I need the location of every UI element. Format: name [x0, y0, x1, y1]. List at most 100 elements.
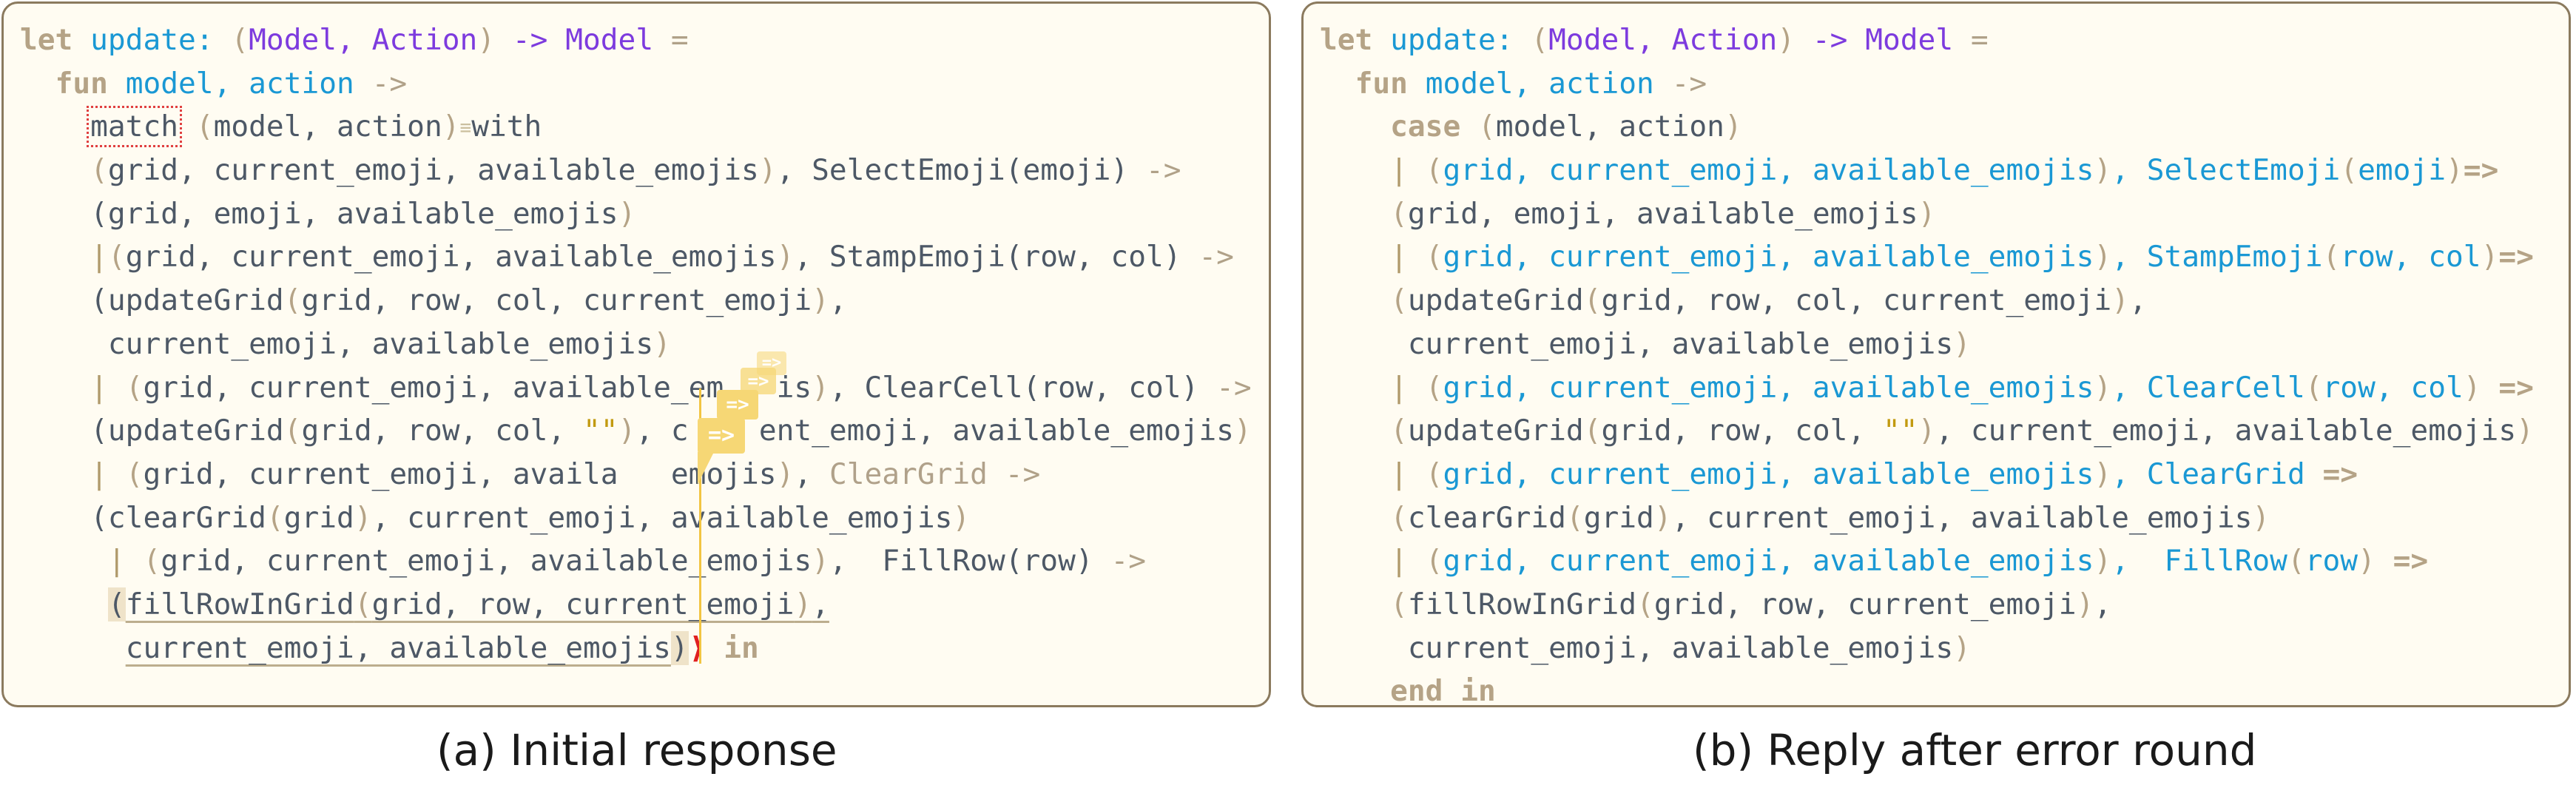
code-line: end in — [1320, 670, 2534, 705]
code-token: ) — [776, 240, 795, 274]
code-token: , SelectEmoji(emoji) — [776, 153, 1146, 188]
code-token: , FillRow — [2111, 544, 2287, 579]
code-token: = — [670, 23, 689, 57]
code-token: | — [1390, 370, 1408, 405]
code-line: (updateGrid(grid, row, col, ""), c ent_e… — [20, 409, 1252, 453]
code-token: -> — [1216, 370, 1252, 405]
code-token: ) — [1953, 326, 1971, 361]
code-token: ) — [670, 630, 689, 665]
code-token: ( — [231, 23, 249, 57]
code-token: grid, row, current_emoji — [1653, 587, 2077, 621]
code-token: grid, row, col, — [301, 414, 583, 448]
code-token: -> — [512, 23, 548, 57]
code-token: ) — [653, 326, 671, 361]
code-token: "" — [583, 414, 618, 448]
code-token: => — [2322, 456, 2358, 491]
code-line: (updateGrid(grid, row, col, current_emoj… — [20, 279, 1252, 323]
code-line: | (grid, current_emoji, available_emojis… — [1320, 149, 2534, 192]
code-token: grid, current_emoji, availa — [143, 456, 618, 491]
code-token: in — [724, 630, 759, 665]
code-token: grid, current_emoji, available_emojis — [1443, 240, 2094, 274]
code-token: ( — [107, 240, 126, 274]
code-token: ( — [1425, 153, 1443, 188]
code-token: ) — [354, 500, 372, 535]
code-line: current_emoji, available_emojis) — [1320, 323, 2534, 366]
code-line: (fillRowInGrid(grid, row, current_emoji)… — [20, 583, 1252, 627]
code-token: (clearGrid — [90, 500, 266, 535]
code-line: (clearGrid(grid), current_emoji, availab… — [20, 496, 1252, 540]
code-token: ( — [1390, 414, 1408, 448]
code-line: (grid, emoji, available_emojis) — [1320, 192, 2534, 236]
code-token: grid, current_emoji, available_emojis — [1443, 370, 2094, 405]
code-token: ) — [758, 153, 777, 188]
code-token: ⟩ — [688, 630, 707, 665]
code-token: ) — [952, 500, 971, 535]
code-token: | — [90, 456, 108, 491]
panel-initial-response: let update: (Model, Action) -> Model = f… — [1, 1, 1271, 707]
code-token: , c — [635, 414, 689, 448]
code-token: grid, row, current_emoji — [371, 587, 795, 621]
code-token: fillRowInGrid — [1407, 587, 1637, 621]
code-token: update: — [1390, 23, 1514, 57]
code-token: ( — [107, 587, 126, 621]
code-token: ( — [125, 370, 144, 405]
code-line: match (model, action)≡with — [20, 105, 1252, 149]
code-token: row, col — [2340, 240, 2481, 274]
code-token: , — [794, 456, 829, 491]
code-token: => — [2498, 370, 2534, 405]
code-token: row, col — [2322, 370, 2464, 405]
code-token: => — [2463, 153, 2499, 188]
code-line: case (model, action) — [1320, 105, 2534, 149]
code-token: match — [87, 106, 183, 148]
code-token: -> — [1146, 153, 1181, 188]
code-token: Model — [565, 23, 654, 57]
code-token: grid, current_emoji, available_emojis — [107, 153, 759, 188]
code-token: grid, current_emoji, available_emojis — [1443, 544, 2094, 579]
code-token: updateGrid — [1407, 414, 1584, 448]
code-token: ( — [266, 500, 284, 535]
code-token: ) — [2481, 240, 2499, 274]
code-line: (grid, emoji, available_emojis) — [20, 192, 1252, 236]
code-token: current_emoji, available_emojis — [125, 630, 671, 665]
code-token: -> — [1110, 544, 1146, 579]
code-token: let — [20, 23, 73, 57]
code-token: ) — [2358, 544, 2376, 579]
code-line: | (grid, current_emoji, available_em is)… — [20, 366, 1252, 410]
code-token: ) — [618, 414, 636, 448]
code-token: | — [107, 544, 126, 579]
code-token: | — [1390, 544, 1408, 579]
code-token: -> — [1005, 456, 1041, 491]
code-block-reply: let update: (Model, Action) -> Model = f… — [1320, 18, 2534, 705]
code-token: , SelectEmoji — [2111, 153, 2341, 188]
code-token: ( — [1636, 587, 1654, 621]
code-token: ( — [2340, 153, 2358, 188]
code-token: ) — [1724, 110, 1742, 144]
code-token: , ClearGrid — [2111, 456, 2305, 491]
code-token: ) — [2094, 370, 2112, 405]
code-token: (grid, emoji, available_emojis — [90, 196, 618, 231]
